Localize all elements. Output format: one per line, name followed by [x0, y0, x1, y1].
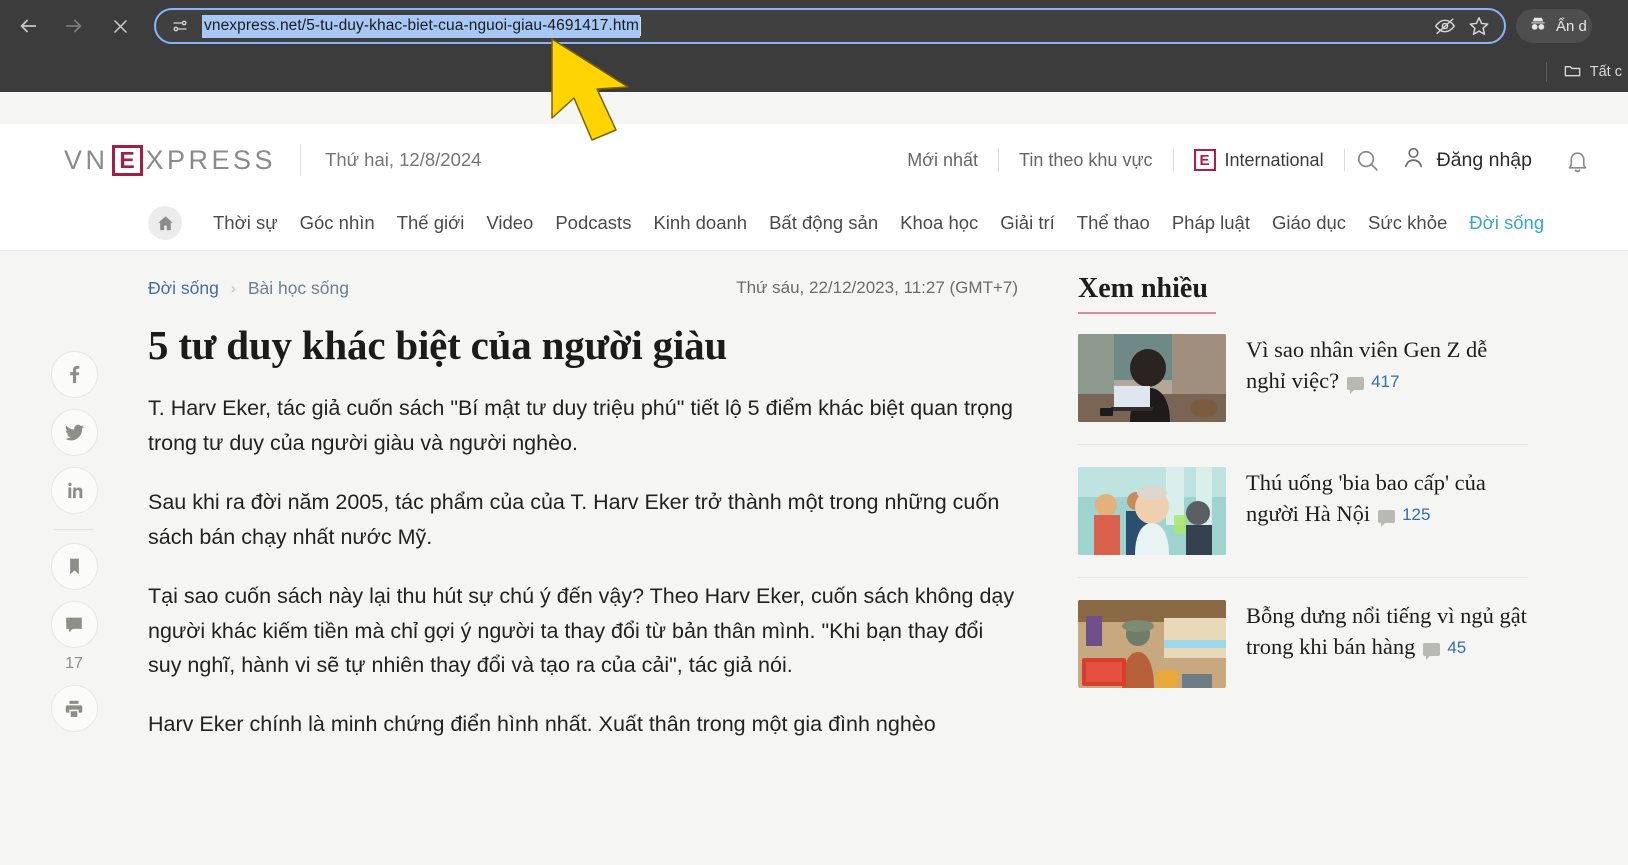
user-icon	[1401, 145, 1426, 176]
article-thumbnail	[1078, 600, 1226, 688]
incognito-indicator[interactable]: Ẩn d	[1516, 9, 1592, 43]
article-paragraph-1: T. Harv Eker, tác giả cuốn sách "Bí mật …	[148, 396, 1014, 456]
bookmarks-divider	[1545, 62, 1547, 82]
sidebar-title: Xem nhiều	[1078, 273, 1208, 304]
nav-item-the-thao[interactable]: Thể thao	[1066, 212, 1161, 234]
breadcrumb-subcategory[interactable]: Bài học sống	[248, 278, 349, 299]
list-item[interactable]: Bỗng dưng nổi tiếng vì ngủ gật trong khi…	[1078, 577, 1528, 710]
nav-item-doi-song[interactable]: Đời sống	[1458, 212, 1555, 234]
nav-item-the-gioi[interactable]: Thế giới	[386, 212, 476, 234]
print-icon[interactable]	[50, 685, 98, 732]
bookmarks-all-folder[interactable]: Tất c	[1563, 61, 1622, 84]
browser-chrome: vnexpress.net/5-tu-duy-khac-biet-cua-ngu…	[0, 0, 1628, 92]
site-header: VN E XPRESS Thứ hai, 12/8/2024 Mới nhất …	[0, 124, 1628, 196]
list-item[interactable]: Thú uống 'bia bao cấp' của người Hà Nội 1…	[1078, 444, 1528, 577]
nav-item-giai-tri[interactable]: Giải trí	[989, 212, 1065, 234]
nav-item-podcasts[interactable]: Podcasts	[544, 212, 642, 234]
international-link[interactable]: E International	[1174, 149, 1344, 171]
article-link[interactable]: Bỗng dưng nổi tiếng vì ngủ gật trong khi…	[1246, 600, 1528, 688]
article-thumbnail	[1078, 334, 1226, 422]
comment-count-value: 125	[1402, 504, 1431, 524]
bookmarks-all-label: Tất c	[1589, 64, 1622, 80]
nav-item-thoi-su[interactable]: Thời sự	[202, 212, 289, 234]
content-area: 17 Đời sống › Bài học sống Thứ sáu, 22/1…	[0, 251, 1628, 843]
nav-item-video[interactable]: Video	[475, 212, 544, 234]
comment-count: 125	[1378, 503, 1431, 528]
bookmarks-bar: Tất c	[0, 52, 1628, 92]
header-divider	[300, 144, 302, 176]
nav-item-phap-luat[interactable]: Pháp luật	[1161, 212, 1261, 234]
eye-slash-icon[interactable]	[1430, 11, 1460, 41]
header-date: Thứ hai, 12/8/2024	[325, 149, 482, 170]
article-paragraph-3: Tại sao cuốn sách này lại thu hút sự chú…	[148, 583, 1015, 678]
article-paragraph-2: Sau khi ra đời năm 2005, tác phẩm của củ…	[148, 490, 1000, 549]
comment-bubble-icon	[1378, 510, 1396, 528]
nav-item-suc-khoe[interactable]: Sức khỏe	[1357, 212, 1458, 234]
star-icon[interactable]	[1464, 11, 1494, 41]
browser-toolbar: vnexpress.net/5-tu-duy-khac-biet-cua-ngu…	[0, 0, 1628, 52]
address-bar[interactable]: vnexpress.net/5-tu-duy-khac-biet-cua-ngu…	[154, 8, 1506, 44]
header-right-group: Mới nhất Tin theo khu vực E Internationa…	[887, 140, 1600, 180]
nav-item-bat-dong-san[interactable]: Bất động sản	[758, 212, 889, 234]
comment-count: 45	[1423, 636, 1467, 661]
comment-bubble-icon	[1423, 643, 1441, 661]
nav-item-kinh-doanh[interactable]: Kinh doanh	[642, 212, 758, 234]
logo-suffix: XPRESS	[145, 144, 277, 175]
breadcrumb-category[interactable]: Đời sống	[148, 278, 219, 299]
comment-count: 417	[1347, 370, 1400, 395]
bell-icon[interactable]	[1554, 140, 1600, 180]
article-link[interactable]: Vì sao nhân viên Gen Z dễ nghỉ việc? 417	[1246, 334, 1528, 422]
article-link[interactable]: Thú uống 'bia bao cấp' của người Hà Nội 1…	[1246, 467, 1528, 555]
back-button[interactable]	[8, 6, 48, 46]
tune-sliders-icon[interactable]	[166, 12, 194, 40]
international-label: International	[1224, 149, 1324, 170]
page-viewport: VN E XPRESS Thứ hai, 12/8/2024 Mới nhất …	[0, 92, 1628, 865]
vnexpress-logo[interactable]: VN E XPRESS	[64, 144, 277, 176]
text-caret	[640, 16, 641, 36]
breadcrumb: Đời sống › Bài học sống Thứ sáu, 22/12/2…	[148, 273, 1018, 303]
comment-count-value: 417	[1371, 371, 1400, 391]
header-link-moi-nhat[interactable]: Mới nhất	[887, 150, 998, 171]
login-button[interactable]: Đăng nhập	[1401, 145, 1532, 176]
sidebar-most-read: Xem nhiều Vì sao nhân viên Gen Z dễ nghỉ…	[1078, 273, 1568, 843]
home-icon[interactable]	[148, 206, 182, 240]
search-icon[interactable]	[1345, 140, 1391, 180]
category-nav: Thời sự Góc nhìn Thế giới Video Podcasts…	[0, 196, 1628, 251]
sidebar-title-underline	[1078, 312, 1216, 314]
breadcrumb-separator-icon: ›	[230, 279, 236, 297]
twitter-icon[interactable]	[50, 409, 98, 456]
share-rail: 17	[0, 273, 148, 843]
nav-item-goc-nhin[interactable]: Góc nhìn	[289, 212, 386, 234]
article-title-text: Bỗng dưng nổi tiếng vì ngủ gật trong khi…	[1246, 603, 1527, 660]
linkedin-icon[interactable]	[50, 467, 98, 514]
incognito-label: Ẩn d	[1556, 17, 1587, 35]
article-title: 5 tư duy khác biệt của người giàu	[148, 322, 728, 368]
article-timestamp: Thứ sáu, 22/12/2023, 11:27 (GMT+7)	[736, 278, 1018, 297]
nav-item-giao-duc[interactable]: Giáo dục	[1261, 212, 1357, 234]
logo-prefix: VN	[64, 144, 109, 175]
share-rail-divider	[54, 529, 94, 530]
header-link-tin-theo-khu-vuc[interactable]: Tin theo khu vực	[999, 150, 1172, 171]
bookmark-icon[interactable]	[50, 543, 98, 590]
comment-bubble-icon	[1347, 377, 1365, 395]
facebook-icon[interactable]	[50, 351, 98, 398]
page-top-spacer	[0, 92, 1628, 124]
logo-e-box: E	[111, 144, 143, 176]
international-badge-icon: E	[1193, 149, 1216, 171]
stop-loading-button[interactable]	[100, 6, 140, 46]
article-thumbnail	[1078, 467, 1226, 555]
comment-count-value: 45	[1447, 637, 1467, 657]
folder-icon	[1563, 61, 1582, 84]
login-label: Đăng nhập	[1436, 148, 1532, 171]
forward-button[interactable]	[54, 6, 94, 46]
article-title-text: Thú uống 'bia bao cấp' của người Hà Nội	[1246, 470, 1486, 527]
share-comment-count: 17	[65, 655, 83, 672]
address-bar-text[interactable]: vnexpress.net/5-tu-duy-khac-biet-cua-ngu…	[202, 14, 640, 38]
list-item[interactable]: Vì sao nhân viên Gen Z dễ nghỉ việc? 417	[1078, 316, 1528, 444]
article-column: Đời sống › Bài học sống Thứ sáu, 22/12/2…	[148, 273, 1078, 843]
incognito-icon	[1528, 14, 1548, 38]
article-paragraph-4: Harv Eker chính là minh chứng điển hình …	[148, 712, 936, 737]
comment-icon[interactable]	[50, 601, 98, 648]
nav-item-khoa-hoc[interactable]: Khoa học	[889, 212, 989, 234]
